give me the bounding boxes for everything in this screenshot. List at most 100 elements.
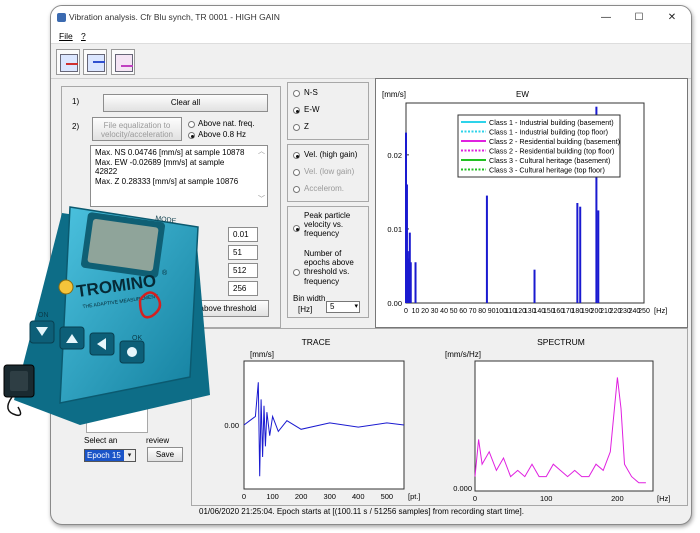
status-text: 01/06/2020 21:25:04. Epoch starts at [(1… (199, 507, 524, 516)
ew-x-tick: 20 (421, 308, 429, 315)
toolbar-chart-button-2[interactable] (83, 49, 107, 75)
ns-radio[interactable] (293, 90, 300, 97)
title-bar[interactable]: Vibration analysis. Cfr Blu synch, TR 00… (51, 6, 691, 29)
bin-width-select[interactable]: 5 ▾ (326, 301, 360, 313)
device-connector-cap (10, 371, 28, 391)
ew-legend-label: Class 1 - Industrial building (top floor… (489, 128, 608, 137)
tromino-device-image: MODE TROMINO ® THE ADAPTIVE MEASUREMENT … (3, 206, 210, 425)
trace-x-tick: 400 (352, 492, 365, 501)
accel-radio[interactable] (293, 186, 300, 193)
vel-high-radio[interactable] (293, 152, 300, 159)
window-title: Vibration analysis. Cfr Blu synch, TR 00… (69, 12, 280, 22)
bin-width-unit: [Hz] (298, 305, 313, 314)
close-button[interactable]: ✕ (657, 9, 687, 26)
ns-label: N-S (304, 88, 318, 97)
trace-y-label: [mm/s] (250, 350, 274, 359)
spectrum-y-tick: 0.000 (453, 484, 472, 493)
menu-bar: File ? (51, 29, 691, 44)
toolbar-chart-button-1[interactable] (56, 49, 80, 75)
step-1-label: 1) (72, 97, 80, 106)
clear-all-button[interactable]: Clear all (103, 94, 268, 112)
bin-width-label: Bin width (293, 294, 326, 303)
above-nat-freq-radio[interactable] (188, 121, 195, 128)
chart-icon (115, 54, 133, 72)
select-epoch-label: Select an (84, 436, 118, 445)
spectrum-x-tick: 0 (473, 494, 477, 503)
ew-legend-label: Class 3 - Cultural heritage (top floor) (489, 166, 605, 175)
ew-title: EW (516, 90, 529, 99)
spectrum-x-tick: 200 (611, 494, 624, 503)
menu-file[interactable]: File (59, 31, 73, 41)
toolbar-chart-button-3[interactable] (111, 49, 135, 75)
epoch-select[interactable]: Epoch 15 ▾ (84, 449, 136, 462)
lower-charts-panel: TRACE [mm/s] 0.00 0 100 200 300 400 500 [pt.] SPE… (191, 328, 688, 506)
device-screen (87, 219, 159, 271)
device-on-label: ON (38, 312, 49, 319)
ew-x-unit: [Hz] (654, 306, 667, 315)
spectrum-x-tick: 100 (540, 494, 553, 503)
ew-y-tick: 0.00 (387, 299, 402, 308)
device-led-icon (58, 279, 74, 295)
chevron-down-icon[interactable]: ▾ (354, 302, 358, 312)
spectrum-plot-area (474, 360, 654, 492)
vel-low-label: Vel. (low gain) (304, 167, 355, 176)
ew-legend-label: Class 1 - Industrial building (basement) (489, 118, 614, 127)
file-equalization-button[interactable]: File equalization to velocity/accelerati… (92, 117, 182, 141)
toolbar (51, 44, 691, 79)
spectrum-title: SPECTRUM (537, 337, 585, 347)
trace-x-tick: 0 (242, 492, 246, 501)
device-registered-mark: ® (162, 269, 168, 277)
above-nat-freq-label: Above nat. freq. (198, 119, 255, 128)
ew-bar (597, 210, 600, 303)
ew-bar (533, 269, 536, 303)
ew-y-label: [mm/s] (382, 90, 406, 99)
ew-x-tick: 10 (412, 308, 420, 315)
app-icon (57, 13, 66, 22)
ew-x-tick: 30 (431, 308, 439, 315)
ew-y-tick: 0.01 (387, 225, 402, 234)
trace-x-tick: 300 (323, 492, 336, 501)
trace-x-tick: 500 (381, 492, 394, 501)
maxima-ns: Max. NS 0.04746 [mm/s] at sample 10878 (95, 148, 245, 157)
ew-x-tick: 250 (638, 308, 650, 315)
ew-bar (409, 262, 412, 303)
epochs-label: Number of epochs above threshold vs. fre… (304, 249, 354, 286)
ew-radio[interactable] (293, 107, 300, 114)
scroll-up-icon[interactable]: ︿ (258, 148, 265, 156)
chevron-down-icon[interactable]: ▾ (124, 450, 135, 461)
ew-label: E-W (304, 105, 320, 114)
bin-width-value: 5 (330, 302, 335, 311)
chart-icon (60, 54, 78, 72)
ew-chart-panel: [mm/s] EW 0.02 0.01 0.00 0 10 20 30 40 50 60 70 80 90 1… (375, 78, 688, 328)
minimize-button[interactable]: — (591, 9, 621, 26)
z-label: Z (304, 122, 309, 131)
ew-legend-label: Class 2 - Residential building (top floo… (489, 147, 614, 156)
maximize-button[interactable]: ☐ (624, 9, 654, 26)
above-08-label: Above 0.8 Hz (198, 130, 247, 139)
ew-bar (579, 206, 582, 303)
ew-legend-label: Class 3 - Cultural heritage (basement) (489, 156, 610, 165)
ok-circle-icon (127, 347, 137, 357)
ew-x-tick: 0 (404, 308, 408, 315)
ew-bar (576, 203, 579, 303)
spectrum-chart: SPECTRUM [mm/s/Hz] 0.0000 100 200 [Hz] (445, 337, 670, 503)
maxima-textbox[interactable]: Max. NS 0.04746 [mm/s] at sample 10878 M… (90, 145, 268, 207)
ew-x-tick: 70 (469, 308, 477, 315)
chart-icon (87, 54, 105, 72)
trace-x-tick: 200 (295, 492, 308, 501)
ew-x-tick: 80 (478, 308, 486, 315)
ew-bar (485, 195, 488, 303)
maxima-ew: Max. EW -0.02689 [mm/s] at sample (95, 157, 225, 167)
save-button[interactable]: Save (147, 447, 183, 462)
vel-low-radio[interactable] (293, 169, 300, 176)
axis-group: N-S E-W Z (287, 82, 369, 140)
scroll-down-icon[interactable]: ﹀ (258, 196, 265, 204)
ppv-radio[interactable] (293, 225, 300, 232)
vel-high-label: Vel. (high gain) (304, 150, 358, 159)
z-radio[interactable] (293, 124, 300, 131)
epochs-radio[interactable] (293, 269, 300, 276)
trace-x-unit: [pt.] (408, 492, 421, 501)
menu-help[interactable]: ? (81, 31, 86, 41)
above-08-radio[interactable] (188, 132, 195, 139)
spectrum-x-unit: [Hz] (657, 494, 670, 503)
